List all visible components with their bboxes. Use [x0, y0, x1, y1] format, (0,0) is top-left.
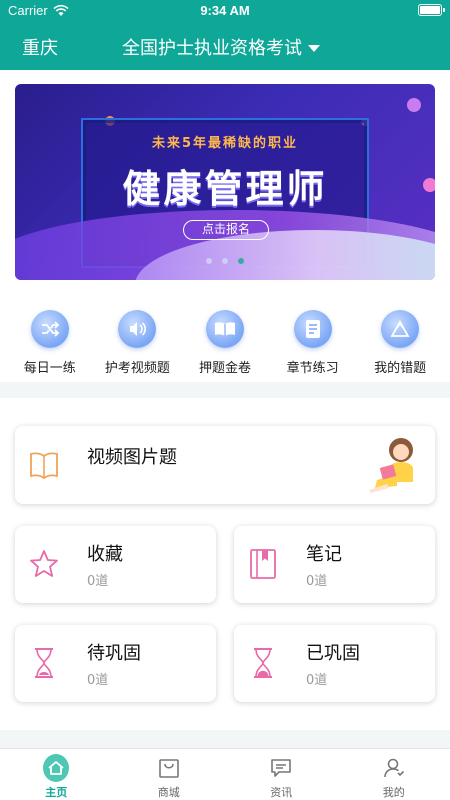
- status-time: 9:34 AM: [200, 3, 250, 18]
- consolidated-card[interactable]: 已巩固 0道: [234, 625, 435, 702]
- tab-shop[interactable]: 商城: [113, 749, 226, 800]
- banner-signup-button[interactable]: 点击报名: [183, 220, 269, 240]
- card-title: 已巩固: [306, 643, 360, 664]
- tab-label: 商城: [157, 786, 180, 799]
- card-title: 收藏: [87, 544, 123, 565]
- banner-subtitle: 未来5年最稀缺的职业: [151, 136, 299, 151]
- book-icon: [30, 452, 58, 480]
- card-count: 0道: [87, 673, 109, 688]
- quick-link-video[interactable]: 护考视频题: [94, 300, 180, 380]
- quick-link-label: 押题金卷: [198, 361, 251, 376]
- recycle-triangle-icon: [381, 310, 420, 348]
- open-book-icon: [205, 310, 244, 348]
- bottom-tab-bar: 主页 商城 资讯 我的: [0, 748, 450, 800]
- card-title: 视频图片题: [87, 447, 177, 468]
- tab-label: 我的: [382, 786, 405, 799]
- banner-title: 健康管理师: [122, 167, 328, 211]
- notes-card[interactable]: 笔记 0道: [234, 526, 435, 603]
- section-divider: [0, 730, 450, 748]
- quick-link-label: 护考视频题: [104, 361, 170, 376]
- exam-title: 全国护士执业资格考试: [122, 38, 302, 59]
- shuffle-icon: [30, 310, 69, 348]
- status-bar: Carrier 9:34 AM: [0, 0, 450, 22]
- tab-label: 资讯: [270, 786, 293, 799]
- user-icon: [381, 755, 407, 781]
- tab-label: 主页: [45, 786, 68, 799]
- quick-link-label: 我的错题: [374, 361, 427, 376]
- carousel-indicator: [0, 258, 450, 264]
- quick-link-label: 章节练习: [286, 361, 339, 376]
- card-count: 0道: [306, 574, 328, 589]
- exam-selector[interactable]: 全国护士执业资格考试: [122, 34, 320, 60]
- favorites-card[interactable]: 收藏 0道: [15, 526, 216, 603]
- battery-icon: [418, 4, 445, 16]
- tab-profile[interactable]: 我的: [338, 749, 450, 800]
- caret-down-icon: [308, 44, 320, 52]
- carousel-dot[interactable]: [222, 258, 228, 264]
- card-title: 待巩固: [87, 643, 141, 664]
- tab-home[interactable]: 主页: [0, 749, 113, 800]
- quick-link-paper[interactable]: 押题金卷: [182, 300, 268, 380]
- quick-link-label: 每日一练: [23, 361, 76, 376]
- decor-ball: [407, 98, 421, 112]
- speaker-icon: [118, 310, 157, 348]
- quick-links: 每日一练 护考视频题 押题金卷 章节练习 我的错题: [0, 300, 450, 380]
- app-header: 重庆 全国护士执业资格考试: [0, 22, 450, 70]
- card-title: 笔记: [306, 544, 342, 565]
- card-count: 0道: [306, 673, 328, 688]
- hourglass-full-icon: [254, 648, 272, 678]
- shop-bag-icon: [156, 755, 182, 781]
- city-selector[interactable]: 重庆: [22, 34, 58, 60]
- document-icon: [293, 310, 332, 348]
- star-icon: [30, 550, 58, 577]
- card-count: 0道: [87, 574, 109, 589]
- notebook-icon: [250, 549, 276, 579]
- quick-link-chapter[interactable]: 章节练习: [270, 300, 356, 380]
- quick-link-daily[interactable]: 每日一练: [7, 300, 93, 380]
- to-consolidate-card[interactable]: 待巩固 0道: [15, 625, 216, 702]
- quick-link-mistakes[interactable]: 我的错题: [357, 300, 443, 380]
- carousel-dot[interactable]: [206, 258, 212, 264]
- reading-girl-illustration: [369, 438, 413, 493]
- carousel-dot-active[interactable]: [238, 258, 244, 264]
- promo-banner[interactable]: 未来5年最稀缺的职业 健康管理师 点击报名: [15, 84, 435, 280]
- section-divider: [0, 382, 450, 398]
- hourglass-icon: [35, 648, 53, 678]
- tab-news[interactable]: 资讯: [225, 749, 338, 800]
- chat-icon: [268, 755, 294, 781]
- video-image-card[interactable]: 视频图片题: [15, 426, 435, 504]
- home-icon: [43, 754, 70, 782]
